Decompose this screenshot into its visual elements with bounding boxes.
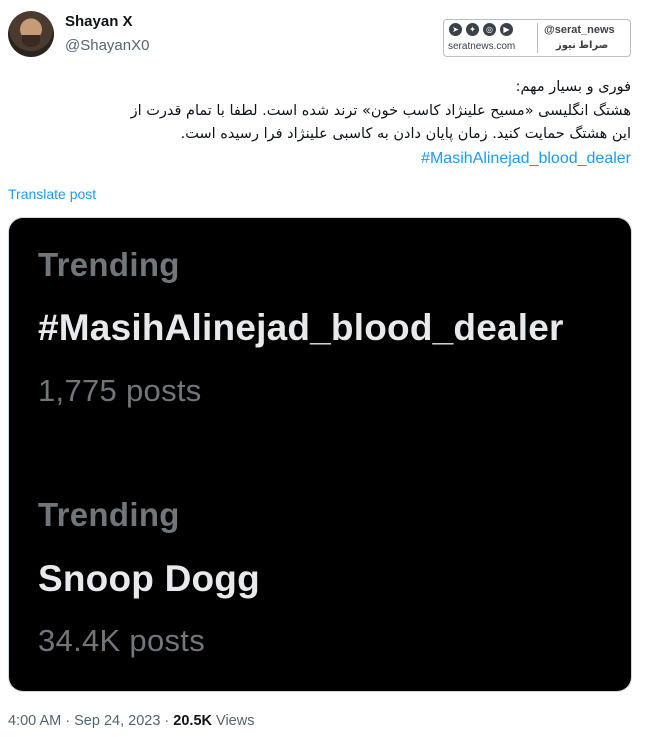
translate-post-link[interactable]: Translate post [8,186,96,202]
watermark-icons: ➤ ✦ ◎ ▶ [449,23,513,36]
twitter-icon: ✦ [466,23,479,36]
trend-label: Trending [38,246,180,283]
trend-count: 34.4K posts [38,623,206,658]
instagram-icon: ◎ [483,23,496,36]
watermark-brand: صراط نیوز [556,40,609,51]
meta-separator: · [164,713,170,729]
avatar[interactable] [8,11,54,57]
media-image[interactable]: Trending #MasihAlinejad_blood_dealer 1,7… [9,218,631,691]
author-handle[interactable]: @ShayanX0 [65,37,149,54]
views-count: 20.5K [173,713,212,729]
tweet-line: این هشتگ حمایت کنید. زمان پایان دادن به … [180,126,631,142]
author-display-name[interactable]: Shayan X [65,13,133,30]
views-label: Views [216,713,255,729]
tweet-date[interactable]: Sep 24, 2023 [74,713,160,729]
hashtag-link[interactable]: #MasihAlinejad_blood_dealer [421,147,631,171]
watermark-divider [537,23,538,53]
tweet-line: هشتگ انگلیسی «مسیح علینژاد کاسب خون» ترن… [130,102,631,119]
trend-label: Trending [38,496,180,533]
tweet-text: فوری و بسیار مهم: هشتگ انگلیسی «مسیح علی… [11,76,631,171]
watermark-logo: ➤ ✦ ◎ ▶ seratnews.com @serat_news صراط ن… [443,19,631,57]
trend-count: 1,775 posts [38,373,202,408]
tweet-line: فوری و بسیار مهم: [515,79,631,95]
tweet-meta: 4:00 AM · Sep 24, 2023 · 20.5K Views [8,713,254,729]
tweet-time[interactable]: 4:00 AM [8,713,61,729]
trend-name: #MasihAlinejad_blood_dealer [38,307,564,348]
tweet-hashtag-line: #MasihAlinejad_blood_dealer [11,147,631,172]
trend-name: Snoop Dogg [38,558,260,599]
telegram-icon: ➤ [449,23,462,36]
watermark-handle: @serat_news [544,24,615,36]
watermark-site: seratnews.com [448,41,516,52]
avatar-beard [22,35,40,47]
meta-separator: · [65,713,71,729]
youtube-icon: ▶ [500,23,513,36]
